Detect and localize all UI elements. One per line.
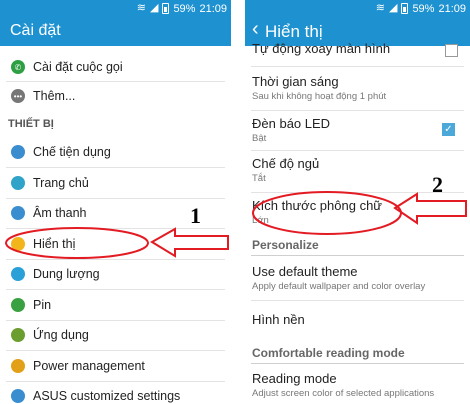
settings-item-label: Power management (33, 359, 145, 373)
setting-title: Tự động xoay màn hình (252, 41, 391, 56)
battery-icon (11, 298, 25, 312)
divider (6, 289, 225, 290)
annotation-number: 2 (432, 172, 443, 197)
annotation-number: 1 (190, 203, 201, 228)
phone-icon: ✆ (11, 60, 25, 74)
settings-item-label: Thêm... (33, 89, 76, 103)
divider (6, 350, 225, 351)
settings-item-label: Chế tiện dụng (33, 145, 111, 159)
divider (6, 320, 225, 321)
setting-wallpaper[interactable]: Hình nền (252, 312, 460, 327)
wifi-icon: ≋ (136, 2, 146, 14)
divider (6, 167, 225, 168)
setting-font-size[interactable]: Kích thước phông chữ Lớn (252, 198, 460, 226)
divider (6, 259, 225, 260)
signal-icon: ◢ (388, 2, 398, 14)
settings-item-more[interactable]: ••• Thêm... (0, 84, 231, 108)
setting-auto-rotate[interactable]: Tự động xoay màn hình (252, 41, 460, 56)
settings-item-label: Dung lượng (33, 267, 100, 281)
settings-item-label: Ứng dụng (33, 328, 89, 342)
setting-subtitle: Tắt (252, 173, 266, 184)
divider (6, 198, 225, 199)
setting-subtitle: Adjust screen color of selected applicat… (252, 388, 435, 399)
status-bar: ≋ ◢ 59% 21:09 (0, 0, 231, 17)
settings-item-label: Cài đặt cuộc gọi (33, 60, 123, 74)
setting-title: Hình nền (252, 312, 305, 327)
signal-icon: ◢ (149, 2, 159, 14)
settings-item[interactable]: Trang chủ (0, 171, 231, 195)
setting-subtitle: Lớn (252, 215, 269, 226)
led-checkbox[interactable]: ✓ (442, 123, 455, 136)
settings-screen: ≋ ◢ 59% 21:09 Cài đặt ✆ Cài đặt cuộc gọi… (0, 0, 231, 404)
apps-icon (11, 328, 25, 342)
display-settings-screen: ≋ ◢ 59% 21:09 ‹ Hiển thị Tự động xoay mà… (245, 0, 470, 404)
setting-title: Thời gian sáng (252, 74, 339, 89)
home-icon (11, 176, 25, 190)
settings-item-label: ASUS customized settings (33, 389, 181, 403)
page-title: Cài đặt (10, 22, 61, 39)
status-bar: ≋ ◢ 59% 21:09 (245, 0, 470, 17)
section-header-reading: Comfortable reading mode (252, 346, 405, 360)
setting-title: Use default theme (252, 264, 358, 279)
setting-title: Kích thước phông chữ (252, 198, 382, 213)
more-icon: ••• (11, 89, 25, 103)
settings-item-label: Pin (33, 298, 52, 312)
battery-status-icon (162, 3, 170, 14)
setting-sleep-mode[interactable]: Chế độ ngủ Tắt (252, 156, 460, 184)
clock: 21:09 (199, 2, 227, 15)
settings-item-label: Hiển thị (33, 237, 76, 251)
settings-item-label: Trang chủ (33, 176, 89, 190)
settings-item[interactable]: ASUS customized settings (0, 384, 231, 404)
settings-item[interactable]: Power management (0, 354, 231, 378)
easy-mode-icon (11, 145, 25, 159)
power-icon (11, 359, 25, 373)
setting-subtitle: Sau khi không hoạt động 1 phút (252, 91, 387, 102)
settings-item[interactable]: Ứng dụng (0, 323, 231, 347)
asus-icon (11, 389, 25, 403)
section-header-personalize: Personalize (252, 238, 319, 252)
settings-item-call[interactable]: ✆ Cài đặt cuộc gọi (0, 55, 231, 79)
display-icon (11, 237, 25, 251)
setting-title: Chế độ ngủ (252, 156, 320, 171)
divider (6, 381, 225, 382)
section-header-device: THIẾT BỊ (8, 118, 54, 130)
setting-reading-mode[interactable]: Reading mode Adjust screen color of sele… (252, 371, 460, 399)
back-arrow-icon[interactable]: ‹ (252, 18, 259, 41)
clock: 21:09 (438, 2, 466, 15)
storage-icon (11, 267, 25, 281)
page-title: Hiển thị (265, 22, 323, 41)
settings-item-label: Âm thanh (33, 206, 87, 220)
app-bar: Cài đặt (0, 17, 231, 46)
settings-item[interactable]: Hiển thị (0, 232, 231, 256)
setting-led[interactable]: Đèn báo LED Bật (252, 116, 460, 144)
setting-sleep-time[interactable]: Thời gian sáng Sau khi không hoạt động 1… (252, 74, 460, 102)
wifi-icon: ≋ (375, 2, 385, 14)
settings-item[interactable]: Dung lượng (0, 262, 231, 286)
sound-icon (11, 206, 25, 220)
settings-item[interactable]: Chế tiện dụng (0, 140, 231, 164)
setting-subtitle: Bật (252, 133, 267, 144)
battery-percent: 59% (412, 2, 435, 15)
battery-status-icon (401, 3, 409, 14)
setting-title: Đèn báo LED (252, 116, 331, 131)
battery-percent: 59% (173, 2, 196, 15)
setting-default-theme[interactable]: Use default theme Apply default wallpape… (252, 264, 460, 292)
setting-title: Reading mode (252, 371, 337, 386)
settings-item[interactable]: Pin (0, 293, 231, 317)
auto-rotate-checkbox[interactable] (445, 44, 458, 57)
setting-subtitle: Apply default wallpaper and color overla… (252, 281, 426, 292)
